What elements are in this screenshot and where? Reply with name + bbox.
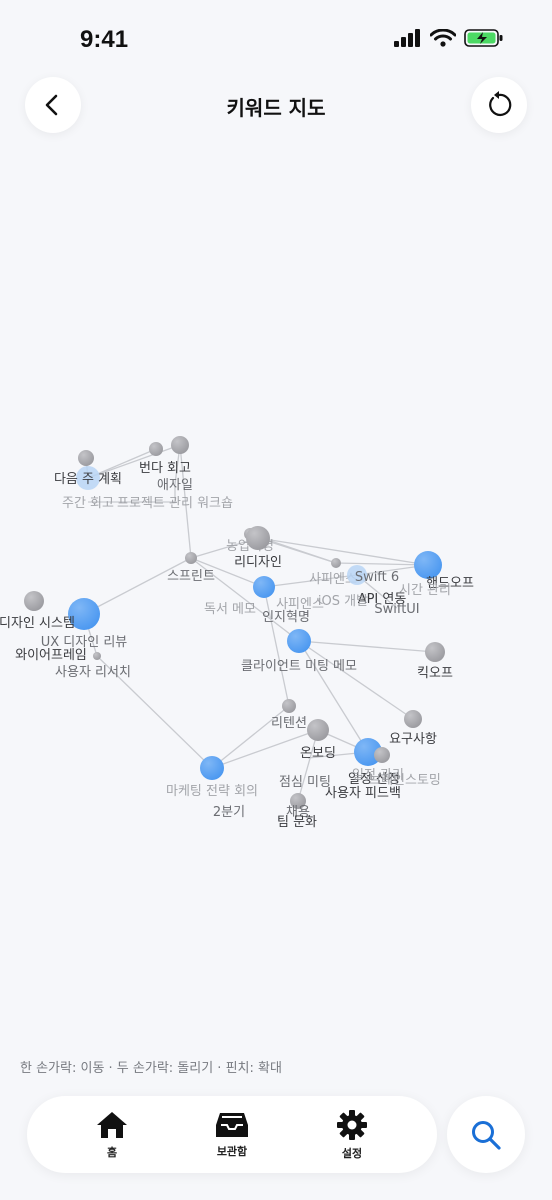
map-node-circle[interactable] <box>149 442 163 456</box>
gear-icon <box>337 1109 367 1140</box>
map-node-label: 킥오프 <box>417 666 453 681</box>
map-node-circle[interactable] <box>185 552 197 564</box>
map-node-circle[interactable] <box>414 551 442 579</box>
map-node-circle[interactable] <box>307 719 329 741</box>
search-button[interactable] <box>447 1096 525 1173</box>
map-node[interactable]: 스프린트 <box>167 552 215 584</box>
gesture-hint: 한 손가락: 이동 · 두 손가락: 돌리기 · 핀치: 확대 <box>20 1061 282 1076</box>
map-node-circle[interactable] <box>282 699 296 713</box>
map-node-label: 2분기 <box>213 805 245 820</box>
map-node[interactable] <box>78 450 94 466</box>
map-node-label: 독서 메모 <box>204 602 256 617</box>
map-node-label: 주간 회고 <box>62 496 114 511</box>
tab-settings-label: 설정 <box>341 1146 363 1160</box>
map-node[interactable]: 팀 문화 <box>277 815 317 830</box>
map-node[interactable]: 시간 관리 <box>399 583 451 598</box>
map-node-label: 팀 문화 <box>277 815 317 830</box>
map-node[interactable]: Swift 6 <box>347 565 399 585</box>
map-node[interactable] <box>253 576 275 598</box>
map-node-circle[interactable] <box>200 756 224 780</box>
map-node[interactable]: 번다 회고 <box>139 436 191 476</box>
map-node[interactable]: iOS 개발 <box>318 594 368 609</box>
map-node-circle[interactable] <box>374 747 390 763</box>
map-node-label: 사용자 피드백 <box>325 786 401 801</box>
map-edge <box>298 640 436 653</box>
status-time: 9:41 <box>80 26 129 53</box>
map-node[interactable]: 독서 메모 <box>204 602 256 617</box>
wifi-icon <box>430 29 456 47</box>
map-node-label: Swift 6 <box>355 570 399 585</box>
map-node[interactable]: 점심 미팅 <box>279 775 331 790</box>
map-node-label: 리디자인 <box>234 555 282 570</box>
map-node-circle[interactable] <box>246 526 270 550</box>
tab-bar: 홈 보관함 설정 <box>27 1096 437 1173</box>
map-node[interactable] <box>24 591 44 611</box>
map-node[interactable]: 마케팅 전략 회의 <box>166 756 258 799</box>
map-node-label: 번다 회고 <box>139 461 191 476</box>
tab-archive-label: 보관함 <box>216 1144 248 1158</box>
map-node[interactable]: 프로젝트 관리 워크숍 <box>117 496 233 511</box>
map-node[interactable]: 사용자 리서치 <box>55 665 131 680</box>
map-node[interactable]: 클라이언트 미팅 메모 <box>241 629 357 674</box>
map-node-circle[interactable] <box>287 629 311 653</box>
reset-view-button[interactable] <box>471 77 527 133</box>
map-edge <box>298 640 414 720</box>
map-node-label: 와이어프레임 <box>15 648 87 663</box>
tab-settings[interactable]: 설정 <box>312 1109 392 1161</box>
map-node[interactable]: 2분기 <box>213 805 245 820</box>
map-node-label: SwiftUI <box>374 602 419 617</box>
map-node[interactable]: 디자인 시스템 <box>0 598 100 631</box>
map-node[interactable]: 애자일 <box>157 478 193 493</box>
map-node-label: 점심 미팅 <box>279 775 331 790</box>
keyword-map[interactable]: 다음 주 계획번다 회고애자일주간 회고프로젝트 관리 워크숍농업혁명리디자인스… <box>0 140 552 1060</box>
map-node-label: 스프린트 <box>167 569 215 584</box>
map-node[interactable]: 킥오프 <box>417 642 453 681</box>
map-node[interactable] <box>149 442 163 456</box>
map-node-label: iOS 개발 <box>318 594 368 609</box>
map-node-circle[interactable] <box>331 558 341 568</box>
tab-archive[interactable]: 보관함 <box>192 1111 272 1159</box>
map-node-label: 인지혁명 <box>262 610 310 625</box>
map-node-label: 리텐션 <box>271 716 307 731</box>
map-node[interactable]: 주간 회고 <box>62 496 114 511</box>
tab-home[interactable]: 홈 <box>72 1110 152 1160</box>
map-node-label: 마케팅 전략 회의 <box>166 784 258 799</box>
map-node-label: 디자인 시스템 <box>0 616 75 631</box>
map-edge <box>83 557 192 615</box>
map-node[interactable]: 리텐션 <box>271 699 307 731</box>
status-icons <box>394 28 504 48</box>
map-node-label: 사용자 리서치 <box>55 665 131 680</box>
map-node[interactable]: 인지혁명 <box>262 610 310 625</box>
map-node-label: 애자일 <box>157 478 193 493</box>
tab-home-label: 홈 <box>106 1145 118 1159</box>
map-edge <box>297 729 319 802</box>
home-icon <box>97 1111 127 1138</box>
map-node-circle[interactable] <box>404 710 422 728</box>
map-node-circle[interactable] <box>78 450 94 466</box>
map-node-label: 프로젝트 관리 워크숍 <box>117 496 233 511</box>
map-nodes: 다음 주 계획번다 회고애자일주간 회고프로젝트 관리 워크숍농업혁명리디자인스… <box>0 436 474 830</box>
status-bar: 9:41 <box>0 0 552 80</box>
battery-charging-icon <box>464 29 503 47</box>
map-node-circle[interactable] <box>253 576 275 598</box>
map-node[interactable]: 요구사항 <box>389 710 437 747</box>
search-icon <box>472 1120 501 1150</box>
map-node-label: 클라이언트 미팅 메모 <box>241 659 357 674</box>
cellular-signal-icon <box>394 29 420 47</box>
map-edge <box>257 537 429 566</box>
map-node-label: 요구사항 <box>389 732 437 747</box>
map-node-label: 온보딩 <box>300 746 336 761</box>
refresh-icon <box>489 91 512 117</box>
map-node-label: 시간 관리 <box>399 583 451 598</box>
map-node-circle[interactable] <box>24 591 44 611</box>
map-node-circle[interactable] <box>425 642 445 662</box>
map-node-circle[interactable] <box>93 652 101 660</box>
inbox-tray-icon <box>216 1112 248 1137</box>
map-node[interactable]: 와이어프레임 <box>15 648 101 663</box>
map-node-label: 다음 주 계획 <box>54 472 122 487</box>
map-node-circle[interactable] <box>171 436 189 454</box>
page-title: 키워드 지도 <box>226 96 326 120</box>
map-node[interactable]: SwiftUI <box>374 602 419 617</box>
